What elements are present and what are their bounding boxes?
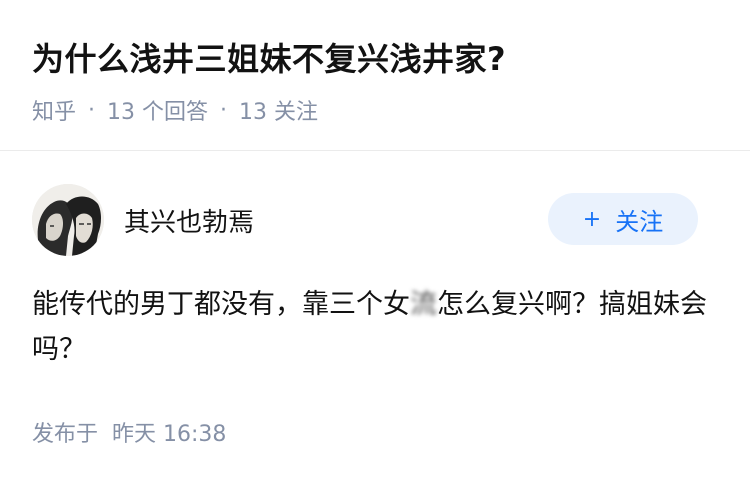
avatar[interactable] [32,184,104,256]
publish-time: 昨天 16:38 [112,422,227,447]
follow-label: 关注 [615,207,664,236]
publish-info: 发布于 昨天 16:38 [32,416,226,448]
meta-separator: · [220,97,228,123]
question-title[interactable]: 为什么浅井三姐妹不复兴浅井家? [32,34,506,80]
answer-text-blurred: 流 [410,289,437,320]
meta-separator: · [88,97,96,123]
answer-count[interactable]: 13 个回答 [107,94,208,126]
source-label[interactable]: 知乎 [32,94,76,126]
avatar-illustration [32,184,104,256]
plus-icon: + [582,206,602,232]
author-name[interactable]: 其兴也勃焉 [124,202,254,239]
follower-count: 13 关注 [239,100,319,125]
question-meta: 知乎 · 13 个回答 · 13 关注 [32,94,318,126]
publish-label: 发布于 [32,422,99,447]
answer-content[interactable]: 能传代的男丁都没有，靠三个女流怎么复兴啊？搞姐妹会吗？ [32,282,712,372]
answer-text-part: 能传代的男丁都没有，靠三个女 [32,289,410,320]
divider [0,150,750,151]
follow-button[interactable]: + 关注 [548,193,698,245]
